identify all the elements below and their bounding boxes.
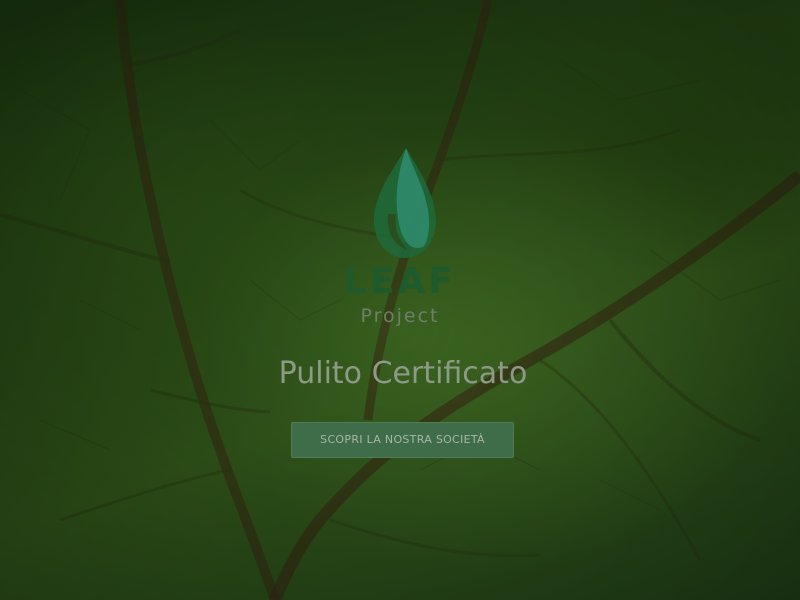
discover-company-button[interactable]: SCOPRI LA NOSTRA SOCIETÀ xyxy=(291,422,514,458)
hero-content: LEAF Project Pulito Certificato SCOPRI L… xyxy=(0,0,800,600)
brand-logo[interactable]: LEAF Project xyxy=(340,140,460,330)
leaf-drop-icon xyxy=(374,148,436,258)
hero-section: LEAF Project Pulito Certificato SCOPRI L… xyxy=(0,0,800,600)
hero-tagline: Pulito Certificato xyxy=(278,356,528,391)
brand-word: LEAF xyxy=(344,261,456,302)
brand-subtitle: Project xyxy=(360,305,440,327)
